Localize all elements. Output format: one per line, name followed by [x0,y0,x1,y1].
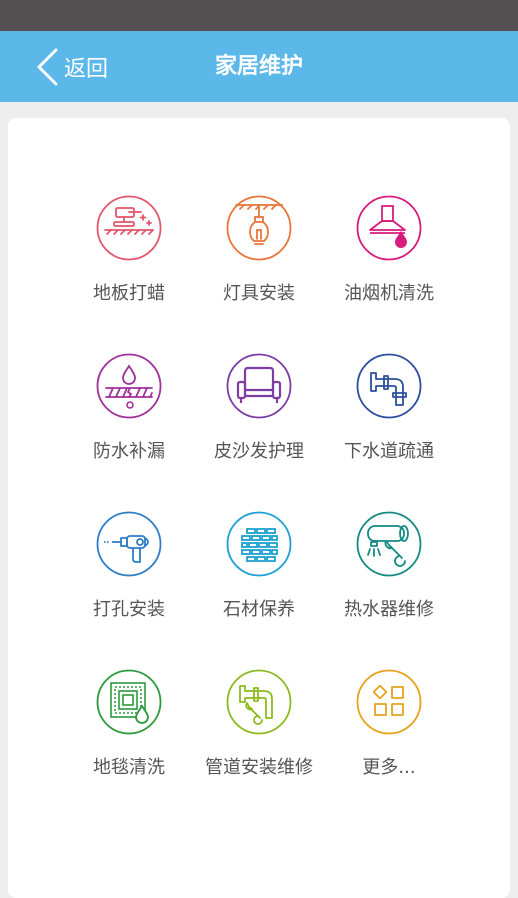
status-bar [0,0,518,31]
more-grid-icon [356,669,422,735]
drill-icon [96,511,162,577]
service-drain-unclogging[interactable]: 下水道疏通 [309,353,469,473]
service-water-heater-repair[interactable]: 热水器维修 [309,511,469,631]
brick-wall-icon [226,511,292,577]
carpet-drop-icon [96,669,162,735]
hanging-bulb-icon [226,195,292,261]
range-hood-icon [356,195,422,261]
floor-polisher-icon [96,195,162,261]
service-grid: 地板打蜡 灯具安装 油烟机清洗 防水补漏 皮沙发护理 下水道疏通 打孔安装 石材… [8,118,510,898]
back-button[interactable]: 返回 [34,31,108,102]
water-heater-wrench-icon [356,511,422,577]
service-label: 下水道疏通 [344,441,434,462]
water-drop-leak-icon [96,353,162,419]
service-label: 更多... [362,757,416,778]
service-label: 油烟机清洗 [344,283,434,304]
back-label: 返回 [64,56,109,82]
drain-pipe-icon [356,353,422,419]
chevron-left-icon [37,48,58,85]
nav-bar: 返回 家居维护 [0,31,518,102]
icon-ring [96,195,162,261]
service-range-hood-cleaning[interactable]: 油烟机清洗 [309,195,469,315]
pipe-wrench-icon [226,669,292,735]
sofa-icon [226,353,292,419]
service-more[interactable]: 更多... [309,669,469,789]
service-label: 热水器维修 [344,599,434,620]
